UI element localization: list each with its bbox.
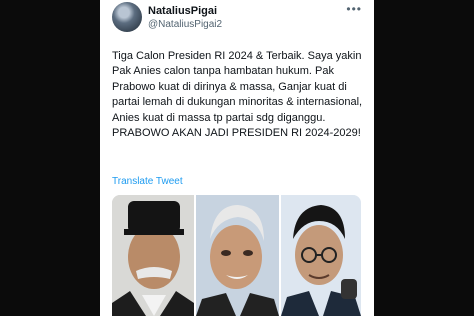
portrait-photo-1	[112, 195, 194, 316]
portrait-photo-3	[281, 195, 361, 316]
tweet-photo-2[interactable]	[196, 195, 279, 316]
avatar[interactable]	[112, 2, 142, 32]
tweet-photo-1[interactable]	[112, 195, 194, 316]
tweet-header: NataliusPigai @NataliusPigai2 •••	[112, 2, 362, 36]
more-horizontal-icon[interactable]: •••	[346, 2, 362, 16]
tweet-photo-3[interactable]	[281, 195, 361, 316]
portrait-photo-2	[196, 195, 279, 316]
translate-tweet-link[interactable]: Translate Tweet	[112, 176, 183, 187]
tweet-text: Tiga Calon Presiden RI 2024 & Terbaik. S…	[112, 50, 365, 140]
user-handle[interactable]: @NataliusPigai2	[148, 19, 222, 30]
display-name[interactable]: NataliusPigai	[148, 5, 217, 17]
tweet-card: NataliusPigai @NataliusPigai2 ••• Tiga C…	[100, 0, 374, 316]
